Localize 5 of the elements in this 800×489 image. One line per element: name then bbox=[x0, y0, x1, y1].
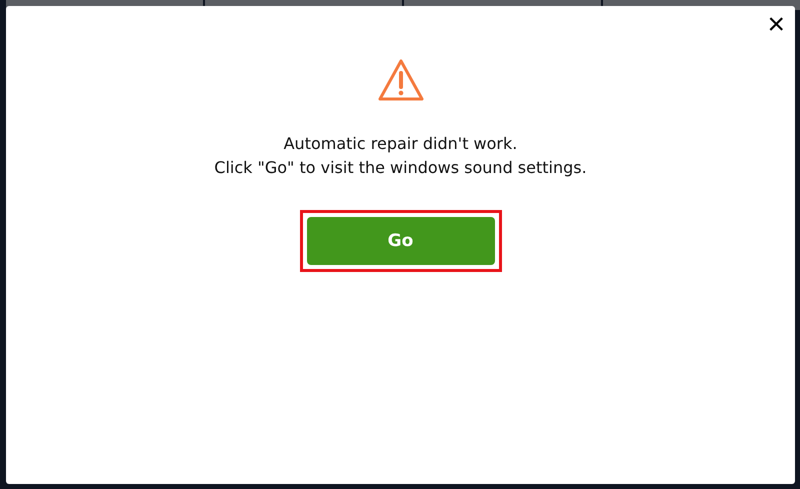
message-text: Automatic repair didn't work. bbox=[282, 133, 518, 155]
close-button[interactable]: × bbox=[763, 10, 789, 40]
warning-icon bbox=[376, 58, 424, 102]
go-button[interactable]: Go bbox=[306, 217, 494, 265]
message-text: Click "Go" to visit the windows sound settings. bbox=[214, 157, 587, 179]
